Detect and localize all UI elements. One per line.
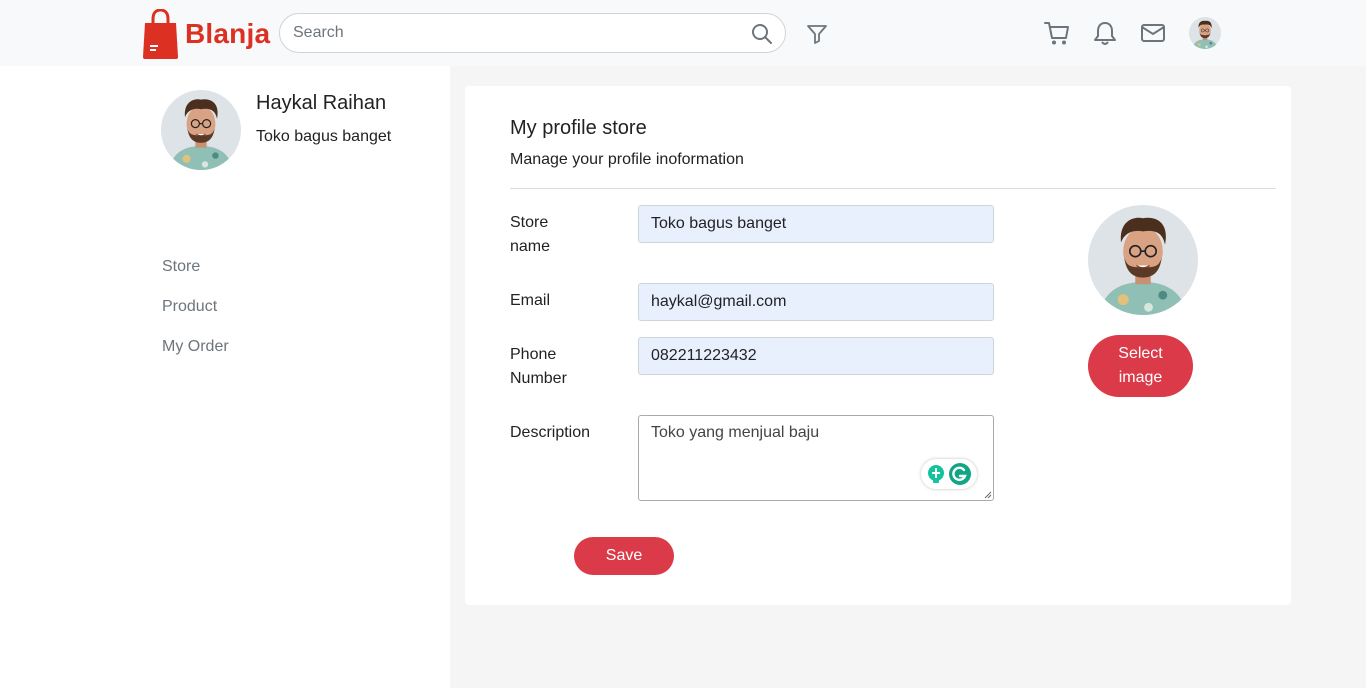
search-bar [279,13,786,53]
page-title: My profile store [510,117,647,139]
sidebar-item-store[interactable]: Store [162,256,229,296]
search-input[interactable] [280,14,720,52]
phone-field[interactable] [638,337,994,375]
lightbulb-icon[interactable] [927,464,945,484]
cart-icon[interactable] [1044,20,1070,46]
profile-store-card: My profile store Manage your profile ino… [465,86,1291,605]
profile-store-name: Toko bagus banget [256,128,392,145]
navbar: Blanja [0,0,1366,66]
mail-icon[interactable] [1140,21,1166,45]
profile-avatar [161,90,241,170]
sidebar-item-my-order[interactable]: My Order [162,336,229,376]
avatar[interactable] [1189,17,1221,49]
store-name-label: Store name [510,211,550,259]
brand-logo[interactable]: Blanja [142,8,270,60]
sidebar: Haykal Raihan Toko bagus banget Store Pr… [0,66,450,688]
phone-label-line2: Number [510,370,567,387]
search-icon[interactable] [751,23,773,45]
phone-label-line1: Phone [510,346,557,363]
divider [510,188,1276,189]
brand-name: Blanja [185,18,271,49]
store-name-field[interactable] [638,205,994,243]
sidebar-menu: Store Product My Order [162,256,229,376]
grammarly-icon[interactable] [948,462,972,486]
store-avatar [1088,205,1198,315]
select-image-line2: image [1118,369,1163,386]
phone-label: Phone Number [510,343,567,391]
filter-icon[interactable] [806,23,828,45]
description-textarea[interactable]: Toko yang menjual baju [638,415,994,501]
description-text: Toko yang menjual baju [651,424,820,441]
bell-icon[interactable] [1093,20,1117,46]
sidebar-item-product[interactable]: Product [162,296,229,336]
profile-name: Haykal Raihan [256,92,387,114]
email-label: Email [510,292,551,309]
save-button[interactable]: Save [574,537,674,575]
shopping-bag-icon [143,9,178,59]
store-name-label-line2: name [510,238,551,255]
select-image-line1: Select [1118,345,1163,362]
select-image-button[interactable]: Select image [1088,335,1193,397]
description-label: Description [510,424,591,441]
grammarly-widget[interactable] [921,459,977,489]
resize-grip-icon[interactable] [984,491,992,499]
page-subtitle: Manage your profile inoformation [510,151,744,168]
email-field[interactable] [638,283,994,321]
store-name-label-line1: Store [510,214,549,231]
